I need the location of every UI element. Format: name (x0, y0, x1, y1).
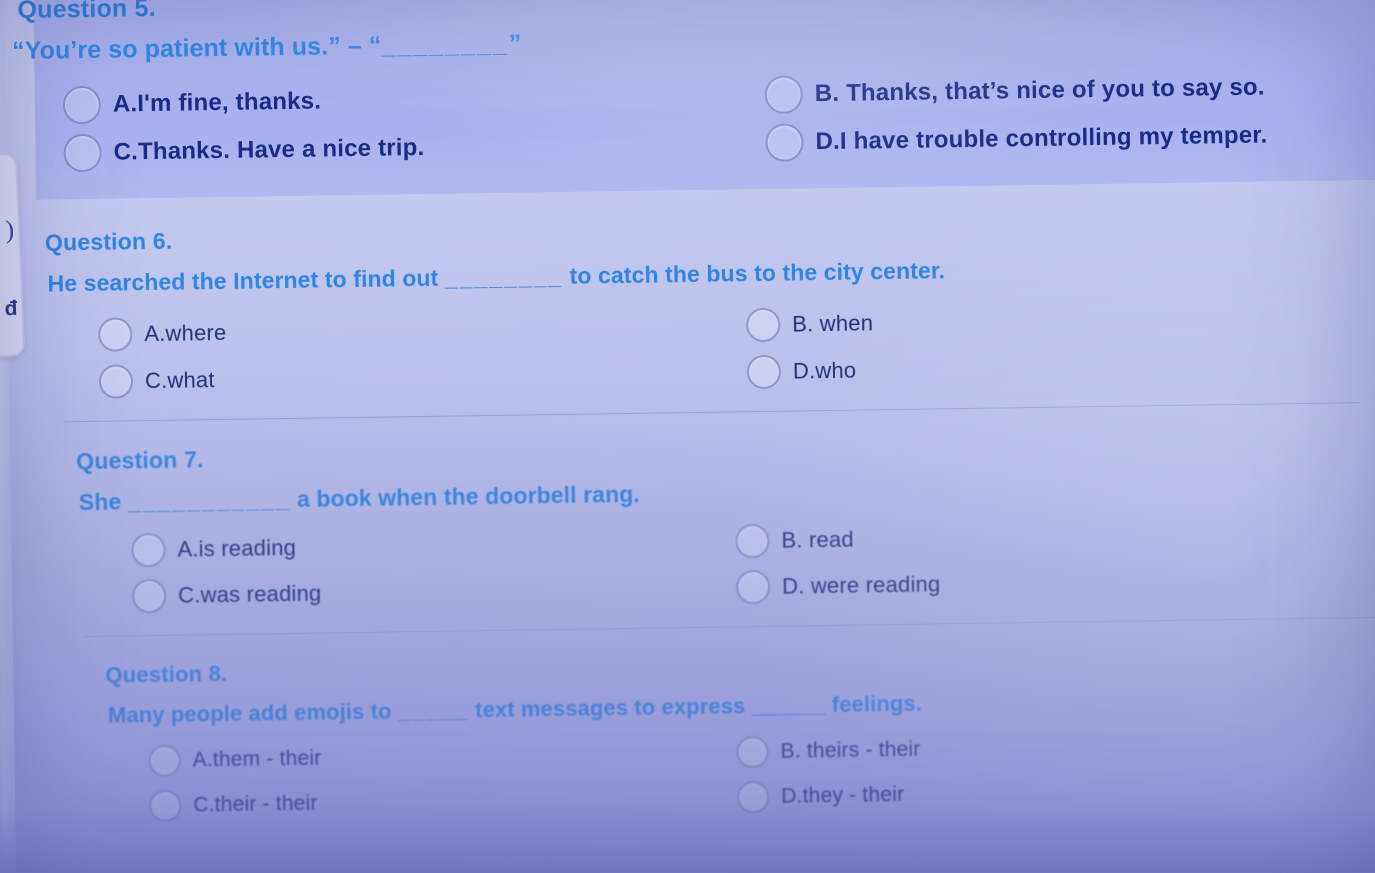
radio-icon[interactable] (148, 744, 181, 777)
option-8-b-label: B. theirs - their (780, 737, 921, 763)
side-panel-letter: đ (4, 296, 18, 321)
radio-icon[interactable] (63, 133, 102, 173)
option-8-c[interactable]: C.their - their (45, 774, 736, 829)
radio-icon[interactable] (746, 354, 782, 389)
radio-icon[interactable] (98, 363, 134, 399)
question-5-blank: ________ (381, 29, 509, 60)
radio-icon[interactable] (62, 85, 102, 125)
question-7-prompt: She ___________ a book when the doorbell… (79, 469, 1375, 516)
option-8-a-label: A.them - their (192, 746, 322, 771)
option-8-d-label: D.they - their (781, 782, 905, 808)
question-7-options: A.is reading B. read C.was reading D. we… (41, 508, 1375, 620)
radio-icon[interactable] (764, 75, 804, 114)
option-7-d-label: D. were reading (781, 571, 941, 599)
question-7-prompt-tail: a book when the doorbell rang. (290, 480, 641, 513)
radio-icon[interactable] (737, 780, 770, 813)
radio-icon[interactable] (736, 735, 769, 768)
question-block-6: Question 6. He searched the Internet to … (36, 179, 1375, 421)
radio-icon[interactable] (735, 523, 770, 559)
question-6-prompt: He searched the Internet to find out ___… (47, 250, 1375, 297)
option-5-a-label: A.I'm fine, thanks. (112, 87, 322, 118)
option-6-d[interactable]: D.who (729, 338, 1375, 395)
question-8-options: A.them - their B. theirs - their C.their… (44, 719, 1375, 829)
question-block-5: Question 5. “You’re so patient with us.”… (12, 0, 1375, 200)
left-bezel (0, 0, 18, 873)
option-5-b-label: B. Thanks, that’s nice of you to say so. (814, 73, 1265, 108)
option-6-b-label: B. when (792, 309, 874, 337)
side-panel-paren-glyph: ) (4, 214, 15, 245)
question-block-7: Question 7. She ___________ a book when … (40, 402, 1375, 636)
option-7-b-label: B. read (781, 526, 854, 553)
option-7-c[interactable]: C.was reading (42, 564, 733, 620)
question-8-prompt-tail: text messages to express ______ feelings… (468, 690, 923, 723)
question-6-prompt-tail: to catch the bus to the city center. (562, 257, 946, 289)
question-5-prompt-tail: ” (508, 29, 522, 58)
question-6-options: A.where B. when C.what D.who (38, 291, 1375, 405)
radio-icon[interactable] (98, 316, 133, 352)
question-5-options: A.I'm fine, thanks. B. Thanks, that’s ni… (35, 61, 1375, 177)
option-6-c-label: C.what (144, 366, 215, 393)
option-5-c-label: C.Thanks. Have a nice trip. (113, 133, 425, 166)
radio-icon[interactable] (149, 789, 182, 822)
question-5-prompt-lead: “You’re so patient with us.” – “ (11, 31, 382, 66)
quiz-screen-photo: ) đ Question 5. “You’re so patient with … (0, 0, 1375, 873)
option-7-d[interactable]: D. were reading (732, 554, 1375, 610)
question-7-blank: ___________ (127, 486, 291, 515)
radio-icon[interactable] (765, 123, 804, 162)
question-8-prompt-lead: Many people add emojis to (107, 698, 398, 728)
option-5-d[interactable]: D.I have trouble controlling my temper. (725, 109, 1375, 167)
side-panel-fragment: ) đ (0, 152, 26, 361)
option-5-d-label: D.I have trouble controlling my temper. (815, 121, 1268, 156)
option-6-a-label: A.where (144, 319, 227, 346)
question-5-prompt: “You’re so patient with us.” – “________… (12, 16, 1375, 66)
radio-icon[interactable] (131, 532, 166, 568)
question-7-prompt-lead: She (78, 488, 128, 516)
question-6-heading: Question 6. (44, 227, 173, 256)
question-8-heading: Question 8. (105, 660, 228, 688)
question-7-heading: Question 7. (75, 446, 204, 475)
question-block-8: Question 8. Many people add emojis to __… (43, 617, 1375, 845)
radio-icon[interactable] (735, 569, 771, 605)
option-8-c-label: C.their - their (193, 791, 318, 816)
option-7-c-label: C.was reading (178, 580, 322, 608)
question-6-blank: ________ (444, 262, 564, 291)
option-5-c[interactable]: C.Thanks. Have a nice trip. (35, 120, 726, 178)
option-8-d[interactable]: D.they - their (735, 764, 1375, 819)
question-8-blank: _____ (397, 697, 470, 724)
question-list: Question 5. “You’re so patient with us.”… (12, 0, 1375, 873)
option-6-d-label: D.who (792, 357, 857, 384)
radio-icon[interactable] (745, 307, 781, 342)
radio-icon[interactable] (131, 578, 167, 614)
option-7-a-label: A.is reading (177, 534, 297, 562)
screen-surface: ) đ Question 5. “You’re so patient with … (0, 0, 1375, 873)
option-6-c[interactable]: C.what (39, 348, 730, 405)
question-6-prompt-lead: He searched the Internet to find out (47, 264, 445, 297)
